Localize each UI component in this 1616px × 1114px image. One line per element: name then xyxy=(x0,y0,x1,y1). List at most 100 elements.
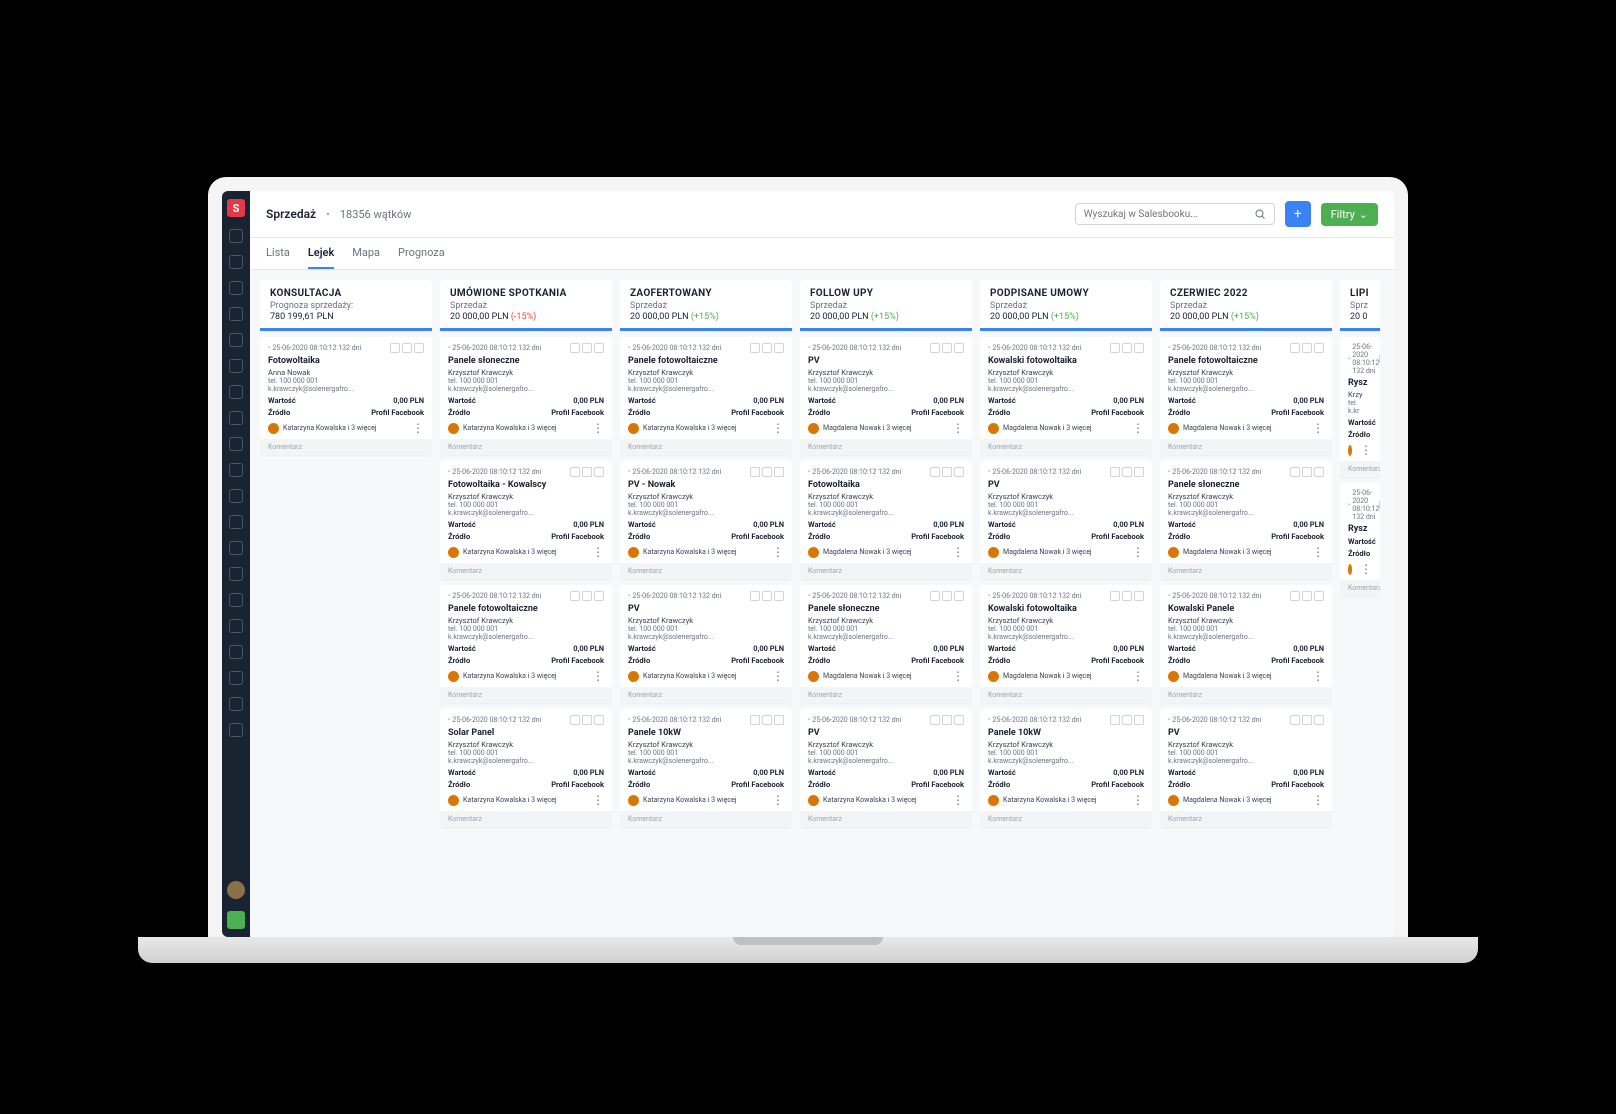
card-action-icons[interactable] xyxy=(1110,343,1144,353)
calendar-icon[interactable] xyxy=(762,715,772,725)
check-icon[interactable] xyxy=(1290,715,1300,725)
filter-button[interactable]: Filtry ⌄ xyxy=(1321,203,1378,226)
deal-card[interactable]: 25-06-2020 08:10:12 132 dni Fotowoltaika… xyxy=(440,461,612,579)
card-action-icons[interactable] xyxy=(1290,591,1324,601)
card-action-icons[interactable] xyxy=(930,715,964,725)
check-icon[interactable] xyxy=(390,343,400,353)
card-action-icons[interactable] xyxy=(930,343,964,353)
box-icon[interactable] xyxy=(594,715,604,725)
more-icon[interactable]: ⋮ xyxy=(1360,562,1372,576)
calendar-icon[interactable] xyxy=(942,715,952,725)
nav-folder-icon[interactable] xyxy=(229,333,243,347)
check-icon[interactable] xyxy=(1110,591,1120,601)
more-icon[interactable]: ⋮ xyxy=(952,793,964,807)
card-comment[interactable]: Komentarz xyxy=(260,439,432,455)
nav-users-icon[interactable] xyxy=(229,437,243,451)
box-icon[interactable] xyxy=(1134,591,1144,601)
card-comment[interactable]: Komentarz xyxy=(1160,811,1332,827)
check-icon[interactable] xyxy=(570,467,580,477)
calendar-icon[interactable] xyxy=(1122,467,1132,477)
deal-card[interactable]: 25-06-2020 08:10:12 132 dni Kowalski fot… xyxy=(980,585,1152,703)
deal-card[interactable]: 25-06-2020 08:10:12 132 dni Panele słone… xyxy=(800,585,972,703)
deal-card[interactable]: 25-06-2020 08:10:12 132 dni Fotowoltaika… xyxy=(260,337,432,455)
more-icon[interactable]: ⋮ xyxy=(772,793,784,807)
card-action-icons[interactable] xyxy=(750,343,784,353)
more-icon[interactable]: ⋮ xyxy=(772,669,784,683)
card-action-icons[interactable] xyxy=(1110,467,1144,477)
box-icon[interactable] xyxy=(1314,343,1324,353)
card-comment[interactable]: Komentarz xyxy=(620,687,792,703)
search-box[interactable] xyxy=(1075,203,1275,225)
deal-card[interactable]: 25-06-2020 08:10:12 132 dni PV Krzysztof… xyxy=(980,461,1152,579)
deal-card[interactable]: 25-06-2020 08:10:12 132 dni Solar Panel … xyxy=(440,709,612,827)
nav-list-icon[interactable] xyxy=(229,645,243,659)
calendar-icon[interactable] xyxy=(582,591,592,601)
calendar-icon[interactable] xyxy=(762,591,772,601)
card-action-icons[interactable] xyxy=(570,715,604,725)
check-icon[interactable] xyxy=(1290,343,1300,353)
more-icon[interactable]: ⋮ xyxy=(1132,545,1144,559)
card-comment[interactable]: Komentarz xyxy=(620,563,792,579)
card-comment[interactable]: Komentarz xyxy=(1160,439,1332,455)
card-action-icons[interactable] xyxy=(570,591,604,601)
nav-send-icon[interactable] xyxy=(229,541,243,555)
card-comment[interactable]: Komentarz xyxy=(1160,687,1332,703)
more-icon[interactable]: ⋮ xyxy=(952,421,964,435)
calendar-icon[interactable] xyxy=(1302,467,1312,477)
nav-copy-icon[interactable] xyxy=(229,411,243,425)
check-icon[interactable] xyxy=(1290,467,1300,477)
calendar-icon[interactable] xyxy=(1302,343,1312,353)
deal-card[interactable]: 25-06-2020 08:10:12 132 dni PV Krzysztof… xyxy=(800,337,972,455)
card-action-icons[interactable] xyxy=(930,591,964,601)
box-icon[interactable] xyxy=(774,715,784,725)
help-button[interactable] xyxy=(227,911,245,929)
card-action-icons[interactable] xyxy=(570,467,604,477)
calendar-icon[interactable] xyxy=(942,467,952,477)
box-icon[interactable] xyxy=(774,591,784,601)
deal-card[interactable]: 25-06-2020 08:10:12 132 dni Fotowoltaika… xyxy=(800,461,972,579)
box-icon[interactable] xyxy=(1134,467,1144,477)
deal-card[interactable]: 25-06-2020 08:10:12 132 dni Panele 10kW … xyxy=(980,709,1152,827)
check-icon[interactable] xyxy=(1290,591,1300,601)
card-action-icons[interactable] xyxy=(750,715,784,725)
calendar-icon[interactable] xyxy=(1302,715,1312,725)
box-icon[interactable] xyxy=(1314,467,1324,477)
tab-mapa[interactable]: Mapa xyxy=(352,238,380,269)
calendar-icon[interactable] xyxy=(1122,343,1132,353)
nav-building-icon[interactable] xyxy=(229,463,243,477)
check-icon[interactable] xyxy=(570,591,580,601)
card-comment[interactable]: Komentarz xyxy=(980,687,1152,703)
more-icon[interactable]: ⋮ xyxy=(592,793,604,807)
nav-gear-icon[interactable] xyxy=(229,723,243,737)
more-icon[interactable]: ⋮ xyxy=(592,545,604,559)
box-icon[interactable] xyxy=(774,467,784,477)
nav-user-icon[interactable] xyxy=(229,671,243,685)
card-comment[interactable]: Komentarz xyxy=(1340,461,1380,477)
calendar-icon[interactable] xyxy=(582,343,592,353)
card-comment[interactable]: Komentarz xyxy=(440,687,612,703)
box-icon[interactable] xyxy=(414,343,424,353)
box-icon[interactable] xyxy=(1314,591,1324,601)
nav-grid-icon[interactable] xyxy=(229,489,243,503)
deal-card[interactable]: 25-06-2020 08:10:12 132 dni PV - Nowak K… xyxy=(620,461,792,579)
more-icon[interactable]: ⋮ xyxy=(1132,421,1144,435)
deal-card[interactable]: 25-06-2020 08:10:12 132 dni Panele 10kW … xyxy=(620,709,792,827)
check-icon[interactable] xyxy=(1110,343,1120,353)
box-icon[interactable] xyxy=(954,715,964,725)
check-icon[interactable] xyxy=(1110,715,1120,725)
nav-calendar-icon[interactable] xyxy=(229,307,243,321)
nav-bell-icon[interactable] xyxy=(229,619,243,633)
card-comment[interactable]: Komentarz xyxy=(620,439,792,455)
nav-car-icon[interactable] xyxy=(229,515,243,529)
deal-card[interactable]: 25-06-2020 08:10:12 132 dni PV Krzysztof… xyxy=(620,585,792,703)
card-action-icons[interactable] xyxy=(750,467,784,477)
calendar-icon[interactable] xyxy=(762,467,772,477)
calendar-icon[interactable] xyxy=(1122,715,1132,725)
check-icon[interactable] xyxy=(1379,354,1380,364)
more-icon[interactable]: ⋮ xyxy=(1312,421,1324,435)
card-comment[interactable]: Komentarz xyxy=(980,811,1152,827)
check-icon[interactable] xyxy=(750,343,760,353)
nav-document-icon[interactable] xyxy=(229,359,243,373)
deal-card[interactable]: 25-06-2020 08:10:12 132 dni Panele słone… xyxy=(440,337,612,455)
card-comment[interactable]: Komentarz xyxy=(1160,563,1332,579)
